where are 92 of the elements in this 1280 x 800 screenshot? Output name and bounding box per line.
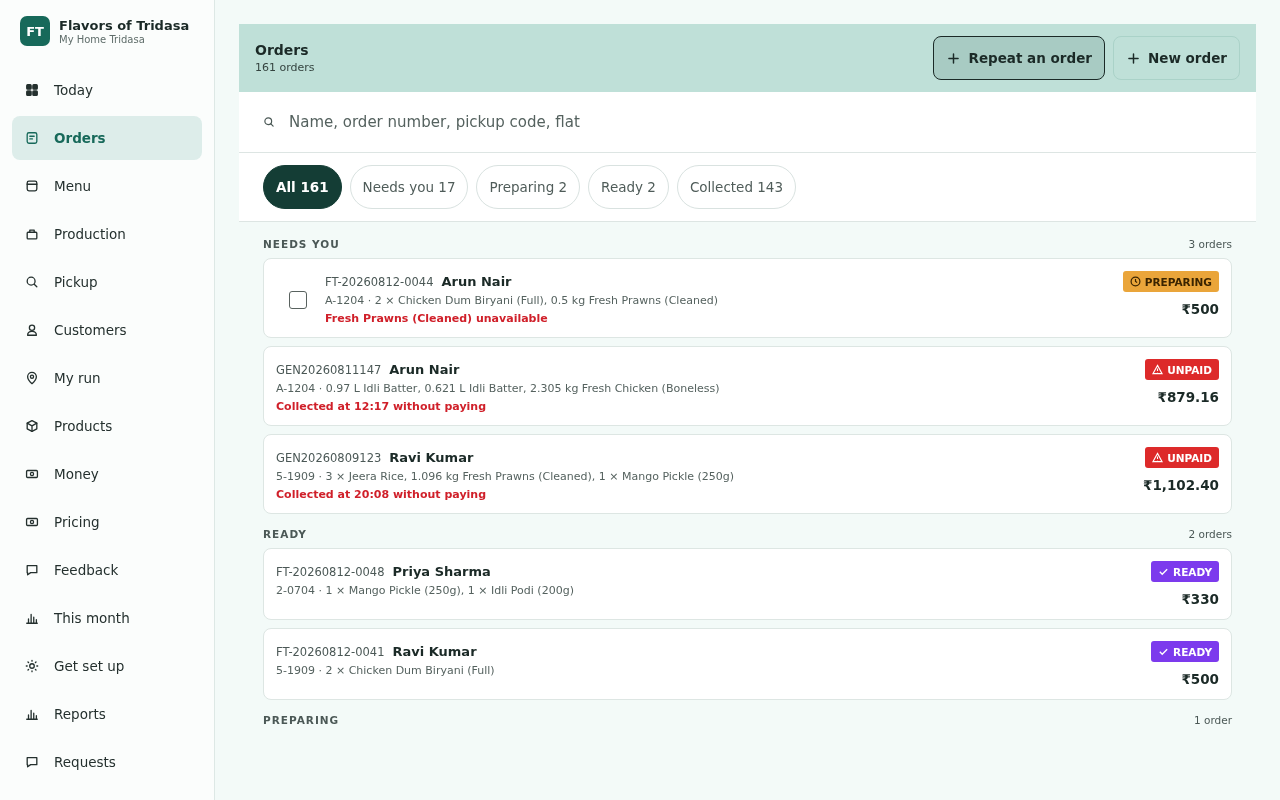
order-number: FT-20260812-0041 [276,645,385,659]
customer-name: Priya Sharma [392,564,491,579]
brand-logo: FT [20,16,50,46]
order-details: 5-1909 · 2 × Chicken Dum Biryani (Full) [276,664,496,677]
search-field[interactable]: Name, order number, pickup code, flat [239,92,1256,153]
bar-chart-icon [25,707,39,721]
sidebar-item[interactable]: Reports [12,692,202,736]
plus-icon [1127,52,1139,64]
filter-chip[interactable]: All 161 [263,165,342,209]
sidebar-item[interactable]: Feedback [12,548,202,592]
sidebar-item[interactable]: Menu [12,164,202,208]
order-details: 5-1909 · 3 × Jeera Rice, 1.096 kg Fresh Prawns (Cleaned), 1 × Mango Pickle (250g) [276,470,736,483]
filter-chip[interactable]: Collected 143 [676,165,797,209]
order-count: 161 orders [255,61,315,74]
chat-bubble-icon [25,563,39,577]
status-badge: UNPAID [1145,447,1219,468]
sidebar-item[interactable]: My run [12,356,202,400]
sidebar-item[interactable]: Money [12,452,202,496]
checkbox[interactable] [289,291,307,309]
section-title: PREPARING [263,714,340,726]
customer-name: Arun Nair [441,274,512,289]
filter-chip[interactable]: Needs you 17 [349,165,469,209]
order-card[interactable]: FT-20260812-0044 Arun Nair A-1204 · 2 × Chicken Dum Biryani (Full), 0.5 kg Fresh Prawns (Cleaned) Fresh Prawns (Cleaned) unavailable PREPARING ₹500 [263,258,1232,338]
banknote-icon [25,467,39,481]
customer-name: Arun Nair [389,362,460,377]
order-total: ₹330 [1181,591,1219,607]
search-icon [25,275,39,289]
plus-icon [948,52,960,64]
bar-chart-icon [25,611,39,625]
order-total: ₹1,102.40 [1143,477,1219,493]
person-icon [25,323,39,337]
document-icon [25,131,39,145]
page-title: Orders [255,42,310,58]
sidebar-item[interactable]: Today [12,68,202,112]
status-badge: READY [1151,561,1219,582]
order-total: ₹500 [1181,301,1219,317]
sun-icon [25,659,39,673]
brand-name: Flavors of Tridasa [59,17,190,34]
search-icon [263,116,275,128]
banknote-icon [25,515,39,529]
filter-chip[interactable]: Ready 2 [588,165,669,209]
section-count: 2 orders [1188,528,1232,540]
cube-icon [25,419,39,433]
chat-bubble-icon [25,755,39,769]
sidebar-item[interactable]: Pricing [12,500,202,544]
order-number: GEN20260811147 [276,363,382,377]
clock-icon [1129,276,1141,287]
order-total: ₹879.16 [1157,389,1219,405]
order-details: A-1204 · 2 × Chicken Dum Biryani (Full), 0.5 kg Fresh Prawns (Cleaned) [325,294,719,307]
order-card[interactable]: GEN20260811147 Arun Nair A-1204 · 0.97 L Idli Batter, 0.621 L Idli Batter, 2.305 kg Fresh Chicken (Boneless) Collected at 12:17 without paying UNPAID ₹879.16 [263,346,1232,426]
order-details: A-1204 · 0.97 L Idli Batter, 0.621 L Idli Batter, 2.305 kg Fresh Chicken (Boneless) [276,382,721,395]
warning-icon [1152,452,1164,463]
order-details: 2-0704 · 1 × Mango Pickle (250g), 1 × Idli Podi (200g) [276,584,575,597]
bag-icon [25,227,39,241]
header-button[interactable]: New order [1112,36,1240,80]
window-icon [25,179,39,193]
section-title: READY [263,528,307,540]
filter-chip[interactable]: Preparing 2 [476,165,581,209]
alert-text: Fresh Prawns (Cleaned) unavailable [325,312,549,325]
order-number: FT-20260812-0044 [325,275,434,289]
check-icon [1158,646,1170,657]
order-total: ₹500 [1181,671,1219,687]
sidebar-item[interactable]: Production [12,212,202,256]
sidebar-item[interactable]: Orders [12,116,202,160]
status-badge: PREPARING [1122,271,1219,292]
alert-text: Collected at 12:17 without paying [276,400,488,413]
customer-name: Ravi Kumar [389,450,474,465]
sidebar-item[interactable]: Pickup [12,260,202,304]
order-number: GEN20260809123 [276,451,382,465]
order-number: FT-20260812-0048 [276,565,385,579]
section-title: NEEDS YOU [263,238,340,250]
header-button[interactable]: Repeat an order [933,36,1105,80]
search-input[interactable]: Name, order number, pickup code, flat [287,112,1232,132]
order-card[interactable]: FT-20260812-0041 Ravi Kumar 5-1909 · 2 × Chicken Dum Biryani (Full) READY ₹500 [263,628,1232,700]
section-count: 1 order [1193,714,1232,726]
sidebar-item[interactable]: Get set up [12,644,202,688]
section-count: 3 orders [1188,238,1232,250]
status-badge: UNPAID [1145,359,1219,380]
warning-icon [1152,364,1164,375]
customer-name: Ravi Kumar [392,644,477,659]
order-card[interactable]: FT-20260812-0048 Priya Sharma 2-0704 · 1 × Mango Pickle (250g), 1 × Idli Podi (200g) READY ₹330 [263,548,1232,620]
order-card[interactable]: GEN20260809123 Ravi Kumar 5-1909 · 3 × Jeera Rice, 1.096 kg Fresh Prawns (Cleaned), 1 × Mango Pickle (250g) Collected at 20:08 without paying UNPAID ₹1,102.40 [263,434,1232,514]
brand-subtitle: My Home Tridasa [59,34,146,45]
alert-text: Collected at 20:08 without paying [276,488,488,501]
location-pin-icon [25,371,39,385]
sidebar-item[interactable]: Products [12,404,202,448]
sidebar-item[interactable]: Customers [12,308,202,352]
grid-icon [25,83,39,97]
sidebar-item[interactable]: Requests [12,740,202,784]
status-badge: READY [1151,641,1219,662]
sidebar-item[interactable]: This month [12,596,202,640]
check-icon [1158,566,1170,577]
